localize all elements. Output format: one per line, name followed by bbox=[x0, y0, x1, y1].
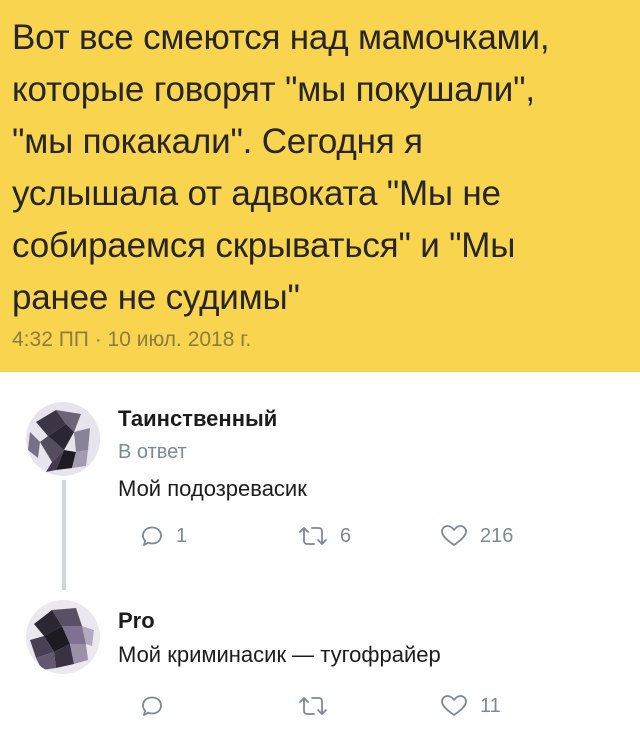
reply-text: Мой подозревасик bbox=[118, 476, 307, 501]
reply-text: Мой криминасик — тугофрайер bbox=[118, 642, 441, 667]
avatar-image bbox=[26, 600, 100, 674]
tweet-text-line: Вот все смеются над мамочками, bbox=[12, 18, 550, 57]
tweet-card[interactable]: Вот все смеются над мамочками, которые г… bbox=[0, 0, 640, 372]
tweet-text-line: которые говорят "мы покушали", bbox=[12, 70, 535, 109]
reply-author-name[interactable]: Таинственный bbox=[118, 406, 277, 432]
tweet-timestamp[interactable]: 4:32 ПП · 10 июл. 2018 г. bbox=[12, 328, 251, 352]
tweet-text: Вот все смеются над мамочками, которые г… bbox=[12, 12, 628, 324]
tweet-text-line: услышала от адвоката "Мы не bbox=[12, 174, 501, 213]
reply-bubble-icon bbox=[142, 696, 162, 716]
tweet-text-line: ранее не судимы" bbox=[12, 278, 300, 317]
reply-button[interactable]: 1 bbox=[140, 524, 187, 548]
avatar[interactable] bbox=[26, 402, 100, 476]
thread-connector bbox=[62, 480, 66, 590]
reply-to-label: В ответ bbox=[118, 441, 187, 463]
page: Вот все смеются над мамочками, которые г… bbox=[0, 0, 640, 744]
tweet-text-line: собираемся скрываться" и "Мы bbox=[12, 226, 516, 265]
heart-icon bbox=[441, 695, 467, 716]
reply-author-name[interactable]: Pro bbox=[118, 608, 155, 634]
reply-button[interactable] bbox=[140, 694, 176, 718]
retweet-button[interactable]: 6 bbox=[298, 524, 351, 548]
retweet-icon bbox=[299, 527, 327, 545]
like-count: 11 bbox=[480, 694, 501, 717]
avatar-image bbox=[26, 402, 100, 476]
like-count: 216 bbox=[480, 524, 514, 547]
like-button[interactable]: 11 bbox=[440, 694, 501, 718]
retweet-count: 6 bbox=[340, 524, 352, 547]
retweet-button[interactable] bbox=[298, 694, 340, 718]
retweet-icon bbox=[299, 697, 327, 715]
heart-icon bbox=[441, 525, 467, 546]
tweet-text-line: "мы покакали". Сегодня я bbox=[12, 122, 423, 161]
reply-bubble-icon bbox=[142, 526, 162, 546]
reply-count: 1 bbox=[176, 524, 188, 547]
like-button[interactable]: 216 bbox=[440, 524, 513, 548]
avatar[interactable] bbox=[26, 600, 100, 674]
